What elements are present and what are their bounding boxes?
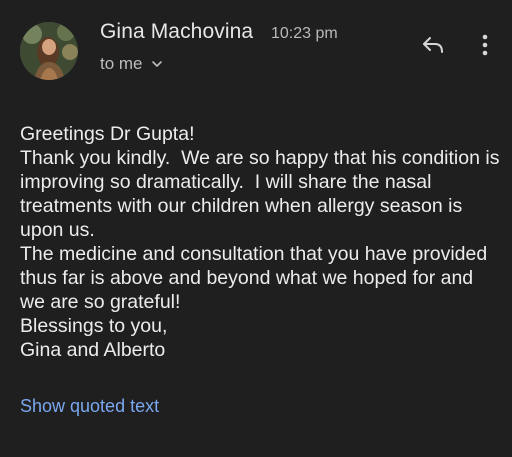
reply-button[interactable] — [418, 30, 448, 60]
signature-line: Gina and Alberto — [20, 339, 166, 361]
body-paragraph-1: Thank you kindly. We are so happy that h… — [20, 147, 505, 241]
more-options-button[interactable] — [474, 30, 496, 60]
more-vert-icon — [482, 34, 488, 56]
sender-name[interactable]: Gina Machovina — [100, 20, 253, 44]
chevron-down-icon — [151, 61, 162, 67]
message-body: Greetings Dr Gupta! Thank you kindly. We… — [20, 122, 500, 362]
recipient-label: to me — [100, 54, 143, 73]
closing-line: Blessings to you, — [20, 315, 168, 337]
reply-icon — [423, 37, 443, 53]
email-message-view: Gina Machovina 10:23 pm to me Greetings … — [0, 0, 512, 457]
body-paragraph-2: The medicine and consultation that you h… — [20, 243, 493, 313]
greeting-line: Greetings Dr Gupta! — [20, 123, 195, 145]
sender-avatar[interactable] — [20, 22, 78, 80]
recipient-details-toggle[interactable]: to me — [100, 54, 163, 74]
message-time: 10:23 pm — [271, 25, 338, 42]
show-quoted-text-link[interactable]: Show quoted text — [20, 396, 159, 417]
avatar-photo — [20, 22, 78, 80]
